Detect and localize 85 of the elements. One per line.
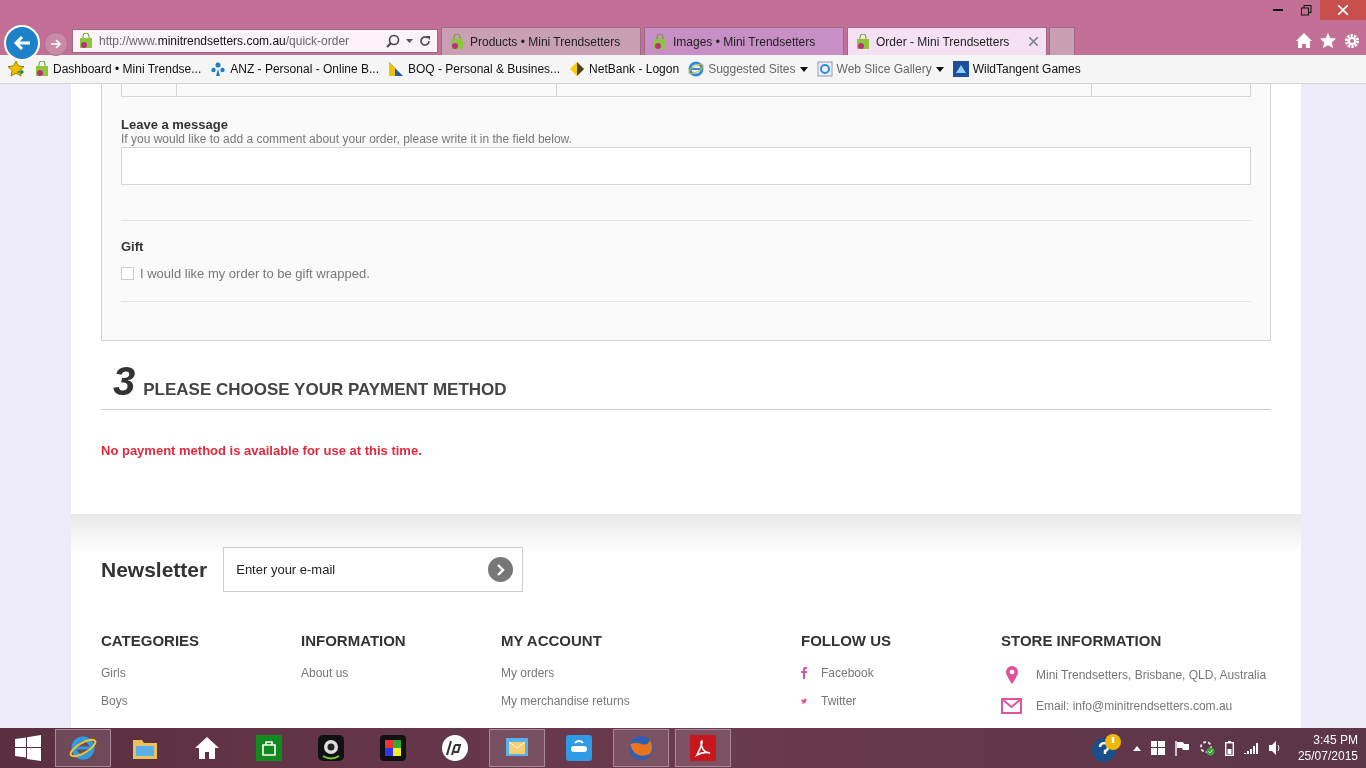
help-warning-icon[interactable]	[1090, 733, 1123, 763]
message-field[interactable]	[121, 147, 1251, 185]
browser-tab[interactable]: Images • Mini Trendsetters	[644, 27, 844, 55]
favorites-link[interactable]: ANZ - Personal - Online B...	[210, 61, 379, 77]
footer-heading: INFORMATION	[301, 632, 407, 649]
home-icon	[193, 734, 221, 762]
minimize-icon	[1273, 9, 1283, 11]
game-logo-icon	[952, 61, 969, 77]
envelope-icon	[1001, 698, 1022, 714]
clock-time[interactable]: 3:45 PM	[1313, 732, 1358, 748]
footer-link[interactable]: About us	[301, 666, 349, 680]
forward-button[interactable]	[44, 32, 68, 56]
hint-text: If you would like to add a comment about your order, please write it in the field below.	[121, 132, 573, 146]
footer-heading: FOLLOW US	[801, 632, 892, 649]
caret-up-icon[interactable]	[1132, 745, 1141, 751]
search-icon	[386, 34, 400, 48]
webcam-icon	[317, 734, 345, 762]
store-bag-icon	[255, 734, 283, 762]
footer-link[interactable]: My orders	[501, 666, 555, 680]
diamond-logo-icon	[569, 61, 586, 77]
footer-link[interactable]: Girls	[101, 666, 126, 680]
fox-globe-icon	[627, 734, 655, 762]
caret-icon	[406, 39, 413, 43]
flag-icon[interactable]	[1174, 740, 1189, 756]
newsletter-title: Newsletter	[101, 557, 208, 582]
step-title: PLEASE CHOOSE YOUR PAYMENT METHOD	[143, 380, 507, 400]
favorites-link[interactable]: Web Slice Gallery	[816, 61, 944, 77]
section-title: Leave a message	[121, 117, 229, 132]
battery-icon[interactable]	[1224, 740, 1234, 756]
step-number: 3	[113, 361, 136, 401]
favorites-link[interactable]: NetBank - Logon	[569, 61, 680, 77]
favorites-link[interactable]: Suggested Sites	[688, 61, 808, 77]
shopping-bag-icon	[35, 61, 49, 77]
footer-heading: MY ACCOUNT	[501, 632, 603, 649]
pdf-icon	[689, 734, 717, 762]
favorites-star-icon[interactable]	[8, 60, 26, 78]
footer-link[interactable]: Boys	[101, 694, 128, 708]
shopping-bag-icon	[79, 33, 93, 49]
speaker-icon[interactable]	[1268, 741, 1282, 755]
browser-tab[interactable]: Order - Mini Trendsetters	[847, 27, 1047, 55]
shopping-bag-icon	[653, 33, 667, 50]
settings-icon[interactable]	[1344, 33, 1360, 49]
signal-bars-icon[interactable]	[1243, 742, 1259, 754]
sync-check-icon[interactable]	[1198, 740, 1215, 756]
url-text: http://www.minitrendsetters.com.au/quick-order	[99, 34, 351, 48]
footer-link[interactable]: My merchandise returns	[501, 694, 630, 708]
close-icon	[1338, 5, 1348, 15]
facebook-icon	[801, 667, 807, 679]
section-title: Gift	[121, 239, 145, 254]
caret-icon	[799, 66, 808, 72]
restore-icon	[1300, 4, 1312, 16]
arrow-left-icon	[13, 35, 31, 51]
home-icon[interactable]	[1296, 33, 1312, 48]
hp-logo-icon	[441, 734, 469, 762]
checkbox[interactable]	[121, 267, 134, 280]
windows-logo-icon	[14, 735, 41, 761]
star-icon[interactable]	[1320, 33, 1336, 48]
close-tab-icon[interactable]	[1029, 37, 1038, 46]
caret-icon	[935, 66, 944, 72]
favorites-link[interactable]: BOQ - Personal & Busines...	[388, 61, 561, 77]
refresh-icon	[419, 35, 431, 47]
address-bar[interactable]: http://www.minitrendsetters.com.au/quick-order	[72, 29, 438, 53]
email-field[interactable]: Enter your e-mail	[223, 547, 524, 592]
favorites-link[interactable]: WildTangent Games	[952, 61, 1081, 77]
checkbox-label: I would like my order to be gift wrapped.	[140, 266, 370, 281]
footer-heading: CATEGORIES	[101, 632, 201, 649]
footer-heading: STORE INFORMATION	[1001, 632, 1163, 649]
triangle-logo-icon	[388, 61, 404, 77]
clock-date[interactable]: 25/07/2015	[1297, 748, 1358, 764]
back-button[interactable]	[4, 25, 40, 61]
footer-link[interactable]: Facebook	[821, 666, 874, 680]
shopping-bag-icon	[450, 33, 464, 50]
shopping-bag-icon	[856, 33, 870, 50]
browser-tab[interactable]: Products • Mini Trendsetters	[441, 27, 641, 55]
map-pin-icon	[1005, 666, 1018, 684]
chevron-right-icon	[496, 563, 505, 576]
error-message: No payment method is available for use at this time.	[101, 443, 423, 458]
close-button[interactable]	[1320, 0, 1366, 20]
people-icon	[210, 61, 227, 77]
windows-logo-icon[interactable]	[1150, 741, 1165, 755]
arrow-right-icon	[50, 39, 62, 49]
twitter-bird-icon	[801, 696, 807, 706]
puzzle-icon	[379, 734, 407, 762]
footer-link[interactable]: Twitter	[821, 694, 857, 708]
favorites-link[interactable]: Dashboard • Mini Trendse...	[35, 61, 202, 77]
